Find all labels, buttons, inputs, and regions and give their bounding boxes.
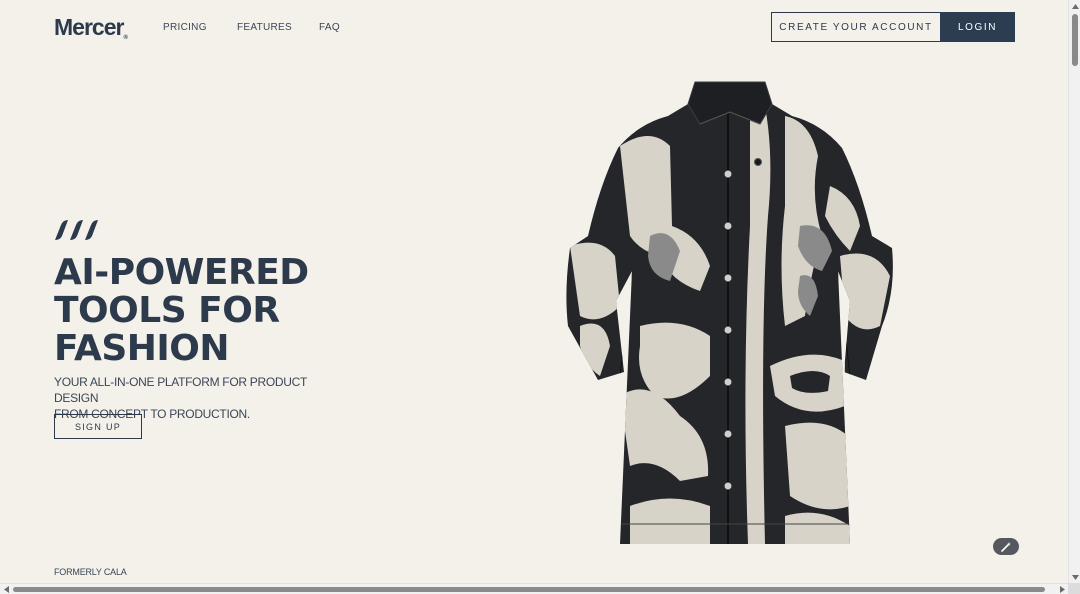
product-coat-image	[566, 81, 893, 544]
vertical-scrollbar[interactable]	[1068, 0, 1080, 583]
top-navigation: Mercer® PRICING FEATURES FAQ CREATE YOUR…	[0, 0, 1068, 56]
scroll-up-arrow-icon[interactable]	[1069, 0, 1080, 12]
horizontal-scrollbar[interactable]	[0, 583, 1068, 594]
login-button[interactable]: LOGIN	[940, 12, 1015, 42]
triple-slash-logo-icon	[55, 220, 98, 240]
vertical-scroll-thumb[interactable]	[1072, 14, 1078, 66]
mercer-logo[interactable]: Mercer®	[54, 14, 128, 41]
hero-subtitle-line: YOUR ALL-IN-ONE PLATFORM FOR PRODUCT DES…	[54, 375, 307, 405]
logo-text: Mercer	[54, 14, 124, 40]
nav-link-faq[interactable]: FAQ	[319, 22, 340, 33]
nav-link-features[interactable]: FEATURES	[237, 22, 292, 33]
magic-wand-icon	[1001, 541, 1011, 552]
scroll-right-arrow-icon[interactable]	[1056, 584, 1068, 594]
create-account-button[interactable]: CREATE YOUR ACCOUNT	[771, 12, 941, 42]
hero-title-line: TOOLS FOR	[54, 290, 280, 331]
scroll-left-arrow-icon[interactable]	[0, 584, 12, 594]
scroll-down-arrow-icon[interactable]	[1069, 571, 1080, 583]
sign-up-button[interactable]: SIGN UP	[54, 414, 142, 439]
hero-title-line: FASHION	[54, 328, 230, 369]
magic-wand-button[interactable]	[993, 538, 1019, 555]
horizontal-scroll-thumb[interactable]	[13, 587, 1045, 592]
hero-title-line: AI-POWERED	[54, 252, 309, 293]
hero-title: AI-POWERED TOOLS FOR FASHION	[54, 254, 374, 368]
formerly-cala-note: FORMERLY CALA	[54, 567, 127, 577]
scrollbar-corner	[1068, 583, 1080, 594]
logo-registered-mark: ®	[123, 35, 128, 41]
nav-link-pricing[interactable]: PRICING	[163, 22, 207, 33]
page-viewport: Mercer® PRICING FEATURES FAQ CREATE YOUR…	[0, 0, 1068, 583]
